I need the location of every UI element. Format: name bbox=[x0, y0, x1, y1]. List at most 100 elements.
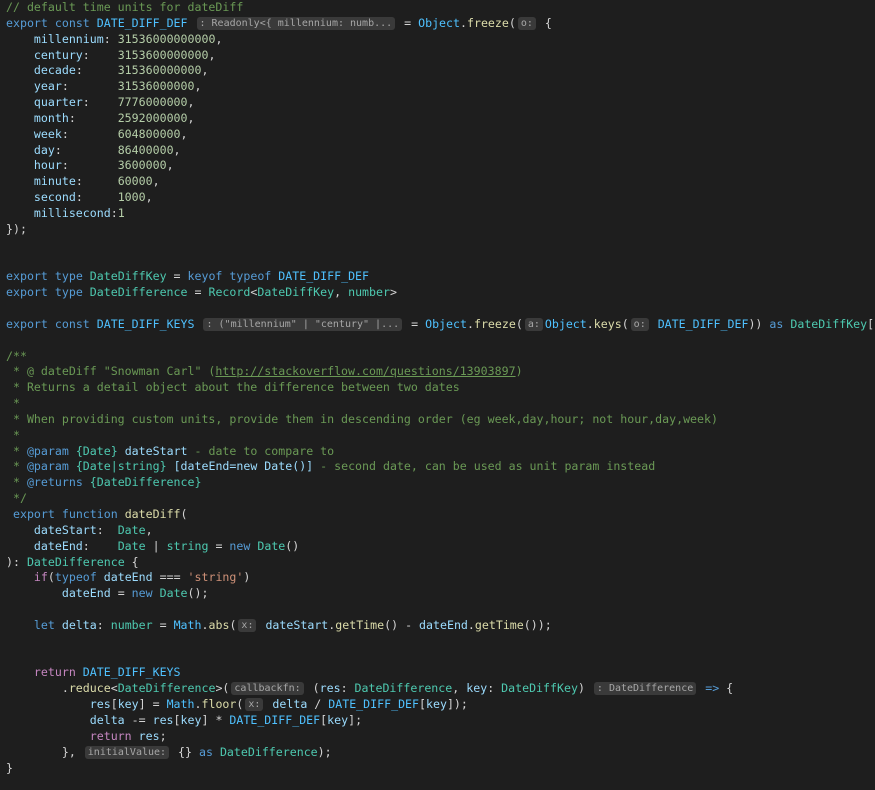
text-token: ) bbox=[577, 681, 592, 696]
text-token: : bbox=[75, 190, 118, 205]
text-token: [] bbox=[867, 316, 875, 331]
inlay-hint: : DateDifference bbox=[593, 682, 697, 696]
keyword-token: export bbox=[6, 15, 48, 30]
code-line[interactable]: */ bbox=[6, 491, 875, 507]
text-token: ( bbox=[305, 681, 320, 696]
type-token: DateDiffKey bbox=[790, 316, 868, 331]
code-line[interactable]: * @ dateDiff "Snowman Carl" (http://stac… bbox=[6, 364, 875, 380]
code-line[interactable] bbox=[6, 254, 875, 270]
text-token: : bbox=[75, 174, 118, 189]
number-token: 2592000000 bbox=[117, 110, 188, 125]
code-line[interactable]: * When providing custom units, provide t… bbox=[6, 412, 875, 428]
code-line[interactable]: export const DATE_DIFF_DEF : Readonly<{ … bbox=[6, 16, 875, 32]
text-token: , bbox=[452, 681, 467, 696]
type-token: DateDiffKey bbox=[257, 285, 335, 300]
code-line[interactable]: } bbox=[6, 761, 875, 777]
code-line[interactable] bbox=[6, 238, 875, 254]
comment-token: * Returns a detail object about the diff… bbox=[6, 380, 460, 395]
code-line[interactable]: * bbox=[6, 396, 875, 412]
code-line[interactable]: * Returns a detail object about the diff… bbox=[6, 380, 875, 396]
code-line[interactable]: export const DATE_DIFF_KEYS : ("millenni… bbox=[6, 317, 875, 333]
code-line[interactable]: export type DateDiffKey = keyof typeof D… bbox=[6, 269, 875, 285]
code-line[interactable]: month: 2592000000, bbox=[6, 111, 875, 127]
code-line[interactable]: /** bbox=[6, 349, 875, 365]
code-line[interactable] bbox=[6, 650, 875, 666]
code-line[interactable] bbox=[6, 602, 875, 618]
inlay-hint: : ("millennium" | "century" |... bbox=[203, 317, 403, 331]
code-line[interactable]: * bbox=[6, 428, 875, 444]
type-token: Date bbox=[257, 538, 286, 553]
keyword-token: let bbox=[33, 617, 55, 632]
code-line[interactable]: delta -= res[key] * DATE_DIFF_DEF[key]; bbox=[6, 713, 875, 729]
text-token: , bbox=[187, 110, 195, 125]
variable-token: quarter bbox=[33, 95, 83, 110]
keyword-token: new bbox=[229, 538, 251, 553]
keyword-token: typeof bbox=[54, 570, 97, 585]
inlay-hint: o: bbox=[630, 317, 649, 331]
code-line[interactable]: export type DateDifference = Record<Date… bbox=[6, 285, 875, 301]
code-line[interactable]: let delta: number = Math. abs(x: dateStar… bbox=[6, 618, 875, 634]
comment-token bbox=[118, 444, 125, 458]
text-token: } bbox=[6, 760, 13, 775]
text-token: : bbox=[340, 681, 355, 696]
code-line[interactable]: decade: 315360000000, bbox=[6, 63, 875, 79]
code-line[interactable]: hour: 3600000, bbox=[6, 158, 875, 174]
code-line[interactable]: res[key] = Math.floor(x: delta / DATE_DI… bbox=[6, 697, 875, 713]
text-token: = bbox=[152, 617, 174, 632]
code-line[interactable]: quarter: 7776000000, bbox=[6, 95, 875, 111]
text-token: ]); bbox=[446, 697, 468, 712]
keyword-token: export bbox=[6, 316, 48, 331]
function-token: getTime bbox=[335, 617, 385, 632]
code-line[interactable] bbox=[6, 634, 875, 650]
code-line[interactable]: * @returns {DateDifference} bbox=[6, 475, 875, 491]
link-token[interactable]: http://stackoverflow.com/questions/13903… bbox=[215, 364, 515, 378]
code-line[interactable]: }, initialValue: {} as DateDifference); bbox=[6, 745, 875, 761]
code-line[interactable] bbox=[6, 301, 875, 317]
text-token: : bbox=[68, 110, 118, 125]
code-line[interactable]: return DATE_DIFF_KEYS bbox=[6, 665, 875, 681]
type-token: DateDifference bbox=[354, 681, 453, 696]
text-token: , bbox=[334, 285, 349, 300]
control-keyword-token: return bbox=[89, 728, 132, 743]
code-line[interactable]: export function dateDiff( bbox=[6, 507, 875, 523]
code-line[interactable]: second: 1000, bbox=[6, 190, 875, 206]
function-token: floor bbox=[201, 697, 237, 712]
param-name-token: [dateEnd=new Date()] bbox=[173, 459, 314, 474]
code-line[interactable]: // default time units for dateDiff bbox=[6, 0, 875, 16]
code-line[interactable]: ): DateDifference { bbox=[6, 555, 875, 571]
text-token: : bbox=[96, 522, 118, 537]
code-editor[interactable]: // default time units for dateDiff export… bbox=[0, 0, 875, 790]
code-line[interactable]: dateEnd = new Date(); bbox=[6, 586, 875, 602]
code-line[interactable]: minute: 60000, bbox=[6, 174, 875, 190]
code-line[interactable]: millisecond:1 bbox=[6, 206, 875, 222]
comment-token bbox=[83, 475, 90, 489]
code-line[interactable]: millennium: 31536000000000, bbox=[6, 32, 875, 48]
code-line[interactable]: dateEnd: Date | string = new Date() bbox=[6, 539, 875, 555]
code-line[interactable]: if(typeof dateEnd === 'string') bbox=[6, 570, 875, 586]
code-line[interactable]: return res; bbox=[6, 729, 875, 745]
code-line[interactable]: dateStart: Date, bbox=[6, 523, 875, 539]
code-line[interactable]: }); bbox=[6, 222, 875, 238]
variable-token: delta bbox=[89, 712, 125, 727]
code-line[interactable]: year: 31536000000, bbox=[6, 79, 875, 95]
text-token: = bbox=[166, 269, 188, 284]
code-line[interactable]: week: 604800000, bbox=[6, 127, 875, 143]
code-line[interactable]: .reduce<DateDifference>(callbackfn: (res… bbox=[6, 681, 875, 697]
code-line[interactable]: * @param {Date|string} [dateEnd=new Date… bbox=[6, 459, 875, 475]
code-line[interactable]: * @param {Date} dateStart - date to comp… bbox=[6, 444, 875, 460]
variable-token: dateStart bbox=[265, 617, 329, 632]
constant-token: DATE_DIFF_KEYS bbox=[96, 316, 195, 331]
code-line[interactable] bbox=[6, 333, 875, 349]
code-line[interactable]: century: 3153600000000, bbox=[6, 48, 875, 64]
text-token: < bbox=[110, 681, 118, 696]
text-token: , bbox=[166, 158, 174, 173]
code-line[interactable]: day: 86400000, bbox=[6, 143, 875, 159]
text-token: : bbox=[96, 617, 111, 632]
